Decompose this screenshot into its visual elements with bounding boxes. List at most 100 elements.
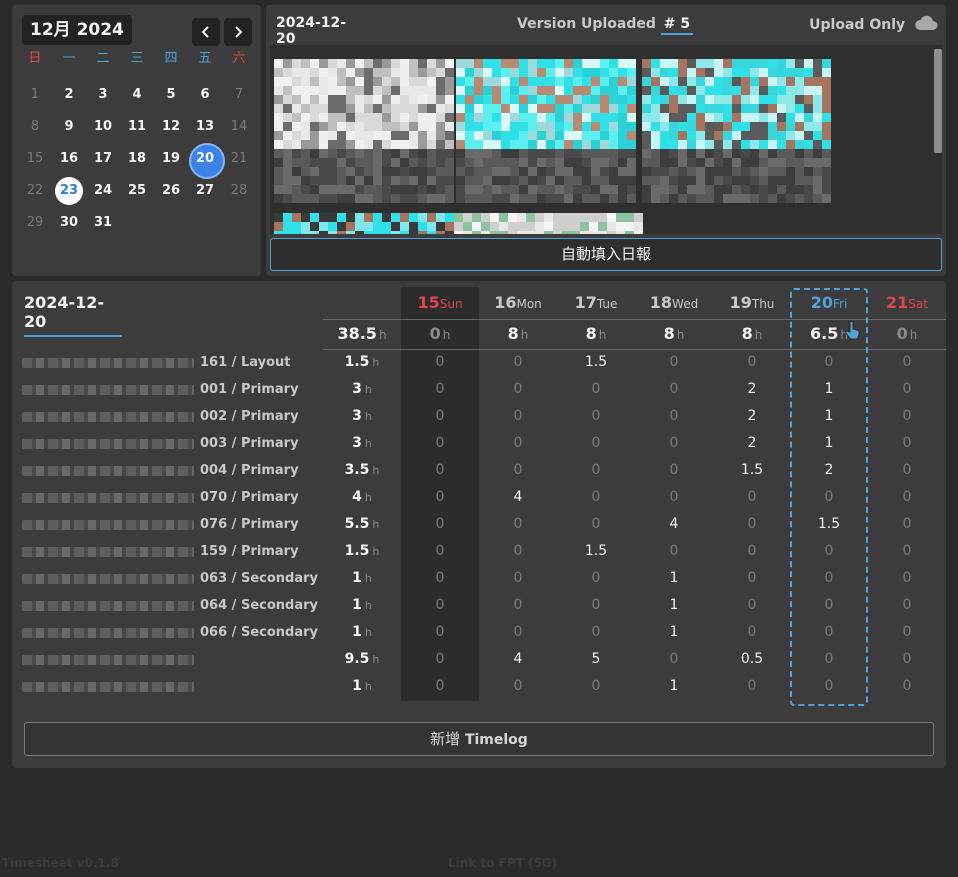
hours-cell[interactable]: 0 — [868, 511, 946, 538]
hours-cell[interactable]: 0 — [635, 457, 713, 484]
auto-fill-report-button[interactable]: 自動填入日報 — [270, 238, 942, 271]
timelog-row-label[interactable]: 063 / Secondary — [22, 565, 322, 592]
hours-cell[interactable]: 0 — [479, 403, 557, 430]
calendar-day[interactable]: 3 — [86, 79, 120, 111]
hours-cell[interactable]: 0 — [868, 376, 946, 403]
calendar-day[interactable]: 15 — [18, 143, 52, 175]
hours-cell[interactable]: 0 — [401, 619, 479, 646]
hours-cell[interactable]: 0 — [557, 484, 635, 511]
hours-cell[interactable]: 0 — [868, 484, 946, 511]
hours-cell[interactable]: 0 — [479, 430, 557, 457]
calendar-day[interactable]: 23 — [52, 175, 86, 207]
hours-cell[interactable]: 0 — [635, 484, 713, 511]
hours-cell[interactable]: 0 — [713, 592, 791, 619]
timesheet-date-tab[interactable]: 2024-12-20 — [24, 293, 122, 337]
calendar-day[interactable]: 29 — [18, 207, 52, 239]
preview-scrollbar[interactable] — [934, 49, 942, 153]
timelog-row-label[interactable]: 159 / Primary — [22, 538, 322, 565]
hours-cell[interactable]: 0 — [713, 673, 791, 700]
hours-cell[interactable]: 1 — [790, 376, 868, 403]
timelog-row-label[interactable] — [22, 673, 322, 700]
calendar-day[interactable]: 25 — [120, 175, 154, 207]
hours-cell[interactable]: 0 — [479, 565, 557, 592]
hours-cell[interactable]: 0 — [868, 403, 946, 430]
calendar-day[interactable]: 26 — [154, 175, 188, 207]
hours-cell[interactable]: 0 — [557, 403, 635, 430]
hours-cell[interactable]: 0 — [868, 592, 946, 619]
hours-cell[interactable]: 0 — [790, 484, 868, 511]
calendar-day[interactable]: 24 — [86, 175, 120, 207]
hours-cell[interactable]: 0 — [635, 349, 713, 376]
timelog-row-label[interactable]: 002 / Primary — [22, 403, 322, 430]
calendar-day[interactable]: 9 — [52, 111, 86, 143]
hours-cell[interactable]: 0 — [557, 619, 635, 646]
hours-cell[interactable]: 0 — [635, 430, 713, 457]
fpt-link[interactable]: Link to FPT (5G) — [448, 856, 557, 870]
calendar-day[interactable]: 31 — [86, 207, 120, 239]
hours-cell[interactable]: 1 — [790, 403, 868, 430]
hours-cell[interactable]: 1.5 — [713, 457, 791, 484]
hours-cell[interactable]: 4 — [635, 511, 713, 538]
day-column-header[interactable]: 19Thu — [713, 293, 791, 312]
timelog-row-label[interactable]: 003 / Primary — [22, 430, 322, 457]
hours-cell[interactable]: 2 — [713, 430, 791, 457]
hours-cell[interactable]: 2 — [713, 403, 791, 430]
hours-cell[interactable]: 0 — [479, 376, 557, 403]
hours-cell[interactable]: 1 — [790, 430, 868, 457]
calendar-month-title[interactable]: 12月 2024 — [22, 15, 132, 45]
calendar-day[interactable]: 13 — [188, 111, 222, 143]
hours-cell[interactable]: 0 — [868, 646, 946, 673]
day-column-header[interactable]: 16Mon — [479, 293, 557, 312]
calendar-day[interactable]: 18 — [120, 143, 154, 175]
hours-cell[interactable]: 1 — [635, 619, 713, 646]
hours-cell[interactable]: 0 — [790, 565, 868, 592]
hours-cell[interactable]: 0 — [713, 511, 791, 538]
day-column-header[interactable]: 21Sat — [868, 293, 946, 312]
hours-cell[interactable]: 0 — [713, 619, 791, 646]
hours-cell[interactable]: 0 — [790, 646, 868, 673]
hours-cell[interactable]: 0 — [713, 538, 791, 565]
hours-cell[interactable]: 1 — [635, 592, 713, 619]
calendar-day[interactable]: 27 — [188, 175, 222, 207]
hours-cell[interactable]: 0 — [868, 349, 946, 376]
hours-cell[interactable]: 0 — [401, 538, 479, 565]
hours-cell[interactable]: 0 — [557, 592, 635, 619]
hours-cell[interactable]: 0 — [479, 538, 557, 565]
calendar-day[interactable]: 17 — [86, 143, 120, 175]
day-column-header[interactable]: 17Tue — [557, 293, 635, 312]
hours-cell[interactable]: 0.5 — [713, 646, 791, 673]
calendar-day[interactable]: 10 — [86, 111, 120, 143]
hours-cell[interactable]: 0 — [401, 376, 479, 403]
calendar-day[interactable]: 14 — [222, 111, 256, 143]
calendar-day[interactable]: 5 — [154, 79, 188, 111]
hours-cell[interactable]: 0 — [557, 565, 635, 592]
hours-cell[interactable]: 0 — [401, 430, 479, 457]
calendar-day[interactable]: 8 — [18, 111, 52, 143]
calendar-day[interactable]: 21 — [222, 143, 256, 175]
hours-cell[interactable]: 1 — [635, 565, 713, 592]
hours-cell[interactable]: 0 — [401, 565, 479, 592]
calendar-day[interactable]: 30 — [52, 207, 86, 239]
hours-cell[interactable]: 0 — [713, 349, 791, 376]
hours-cell[interactable]: 0 — [868, 673, 946, 700]
timelog-row-label[interactable] — [22, 646, 322, 673]
hours-cell[interactable]: 1.5 — [790, 511, 868, 538]
timelog-row-label[interactable]: 064 / Secondary — [22, 592, 322, 619]
version-number[interactable]: # 5 — [660, 16, 694, 35]
hours-cell[interactable]: 0 — [401, 511, 479, 538]
calendar-day[interactable]: 11 — [120, 111, 154, 143]
hours-cell[interactable]: 0 — [401, 403, 479, 430]
calendar-day[interactable]: 16 — [52, 143, 86, 175]
hours-cell[interactable]: 0 — [401, 349, 479, 376]
hours-cell[interactable]: 0 — [635, 403, 713, 430]
timelog-row-label[interactable]: 004 / Primary — [22, 457, 322, 484]
calendar-day[interactable]: 12 — [154, 111, 188, 143]
hours-cell[interactable]: 0 — [790, 538, 868, 565]
calendar-prev-button[interactable] — [192, 18, 220, 46]
hours-cell[interactable]: 0 — [868, 457, 946, 484]
hours-cell[interactable]: 0 — [401, 484, 479, 511]
calendar-day[interactable]: 1 — [18, 79, 52, 111]
hours-cell[interactable]: 4 — [479, 484, 557, 511]
add-timelog-button[interactable]: 新增 Timelog — [24, 722, 934, 756]
hours-cell[interactable]: 0 — [635, 376, 713, 403]
